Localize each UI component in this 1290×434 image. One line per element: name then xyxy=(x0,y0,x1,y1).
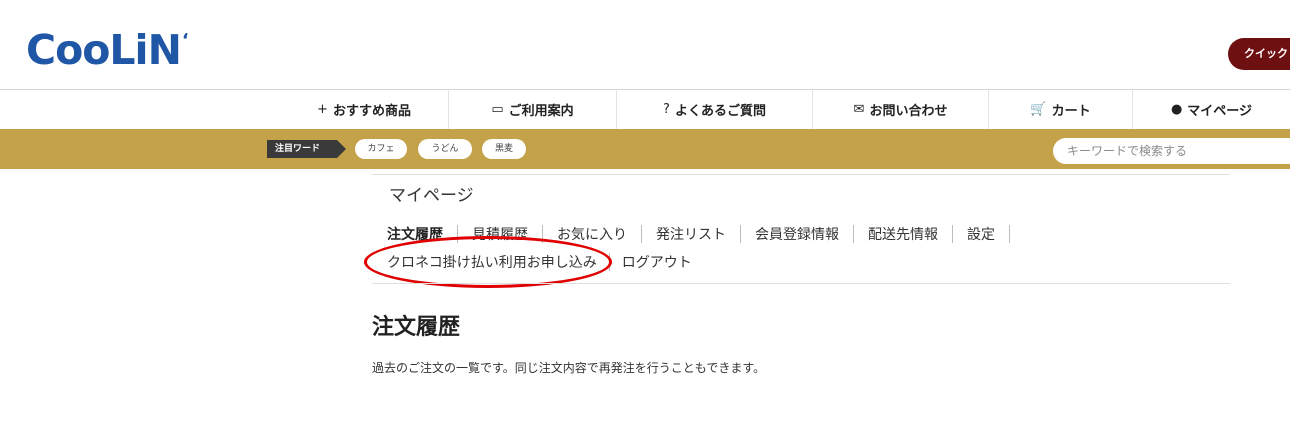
menu-separator xyxy=(641,225,642,243)
sparkle-icon: + xyxy=(317,102,328,117)
nav-item-label: よくあるご質問 xyxy=(674,104,766,119)
nav-item-mypage[interactable]: ● マイページ xyxy=(1132,90,1290,129)
menu-quote-history[interactable]: 見積履歴 xyxy=(472,224,528,244)
trend-tag-cafe[interactable]: カフェ xyxy=(355,139,407,159)
menu-logout[interactable]: ログアウト xyxy=(622,252,692,272)
mail-icon: ✉ xyxy=(853,102,865,117)
menu-settings[interactable]: 設定 xyxy=(967,224,995,244)
section-description: 過去のご注文の一覧です。同じ注文内容で再発注を行うこともできます。 xyxy=(372,361,766,375)
menu-member-info[interactable]: 会員登録情報 xyxy=(755,224,839,244)
menu-delivery-info[interactable]: 配送先情報 xyxy=(868,224,938,244)
trend-words-label: 注目ワード xyxy=(267,140,337,158)
section-title: 注文履歴 xyxy=(372,315,461,340)
menu-separator xyxy=(457,225,458,243)
trend-label-arrow xyxy=(337,140,346,158)
quick-order-button[interactable]: クイック xyxy=(1228,38,1290,70)
nav-item-label: おすすめ商品 xyxy=(332,104,411,119)
menu-row: 注文履歴 見積履歴 お気に入り 発注リスト 会員登録情報 配送先情報 設定 xyxy=(387,223,1024,245)
cart-icon: 🛒 xyxy=(1030,102,1047,117)
menu-row: クロネコ掛け払い利用お申し込み ログアウト xyxy=(387,251,1024,273)
nav-item-guide[interactable]: ▭ ご利用案内 xyxy=(448,90,616,129)
menu-kuroneko-payment-application[interactable]: クロネコ掛け払い利用お申し込み xyxy=(387,252,597,272)
nav-item-label: カート xyxy=(1051,104,1091,119)
mypage-menu: 注文履歴 見積履歴 お気に入り 発注リスト 会員登録情報 配送先情報 設定 クロ… xyxy=(387,223,1024,279)
menu-separator xyxy=(1009,225,1010,243)
nav-item-label: お問い合わせ xyxy=(869,104,948,119)
menu-separator xyxy=(853,225,854,243)
divider xyxy=(372,174,1230,175)
menu-separator xyxy=(952,225,953,243)
divider xyxy=(372,283,1230,284)
question-circle-icon: ? xyxy=(663,102,670,117)
menu-separator xyxy=(740,225,741,243)
main-nav: + おすすめ商品 ▭ ご利用案内 ? よくあるご質問 ✉ お問い合わせ 🛒 カー… xyxy=(280,90,1290,129)
menu-favorites[interactable]: お気に入り xyxy=(557,224,627,244)
user-icon: ● xyxy=(1170,102,1183,117)
menu-separator xyxy=(542,225,543,243)
nav-item-label: マイページ xyxy=(1187,104,1253,119)
nav-item-contact[interactable]: ✉ お問い合わせ xyxy=(812,90,988,129)
nav-item-recommended[interactable]: + おすすめ商品 xyxy=(280,90,448,129)
trend-tag-udon[interactable]: うどん xyxy=(418,139,472,159)
menu-separator xyxy=(608,253,610,271)
logo-mark: ‘ xyxy=(181,30,189,51)
menu-order-list[interactable]: 発注リスト xyxy=(656,224,726,244)
search-input[interactable] xyxy=(1053,138,1290,164)
nav-item-cart[interactable]: 🛒 カート xyxy=(988,90,1132,129)
nav-item-faq[interactable]: ? よくあるご質問 xyxy=(616,90,812,129)
book-icon: ▭ xyxy=(491,102,504,117)
logo-text: CooLiN xyxy=(26,26,182,74)
menu-order-history[interactable]: 注文履歴 xyxy=(387,224,443,244)
trend-tag-kuromugi[interactable]: 黒麦 xyxy=(482,139,526,159)
page-title: マイページ xyxy=(389,186,474,206)
nav-item-label: ご利用案内 xyxy=(508,104,574,119)
coolin-logo[interactable]: CooLiN‘ xyxy=(26,30,189,71)
